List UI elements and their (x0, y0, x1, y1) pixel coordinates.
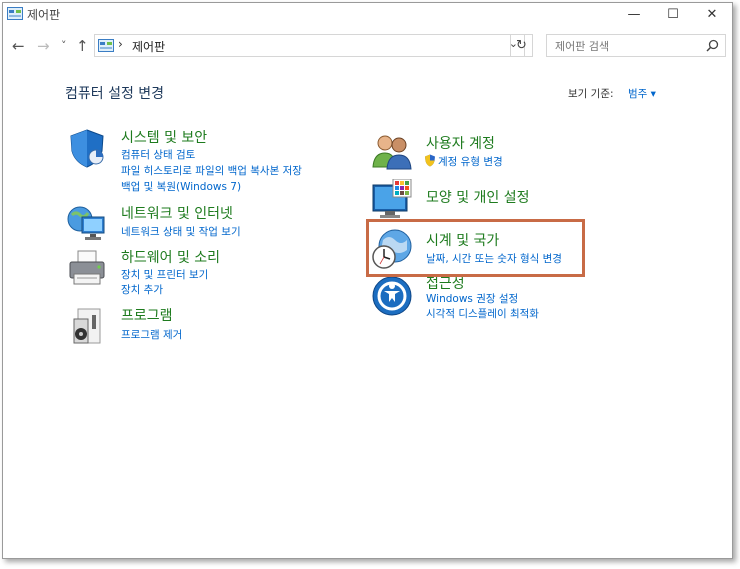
title-bar: 제어판 — ☐ ✕ (3, 3, 732, 25)
link-uninstall-program[interactable]: 프로그램 제거 (121, 327, 182, 342)
up-button[interactable]: ↑ (76, 36, 89, 56)
shield-icon[interactable] (66, 127, 108, 169)
link-network-status[interactable]: 네트워크 상태 및 작업 보기 (121, 224, 241, 239)
link-backup-restore[interactable]: 백업 및 복원(Windows 7) (121, 179, 241, 194)
window-title: 제어판 (27, 8, 61, 22)
close-button[interactable]: ✕ (695, 3, 729, 25)
link-change-account-type[interactable]: 계정 유형 변경 (438, 154, 503, 169)
search-input[interactable]: 제어판 검색 (555, 38, 609, 54)
category-title[interactable]: 프로그램 (121, 305, 173, 325)
ease-of-access-icon[interactable] (371, 275, 413, 317)
printer-icon[interactable] (66, 247, 108, 289)
category-title[interactable]: 사용자 계정 (426, 133, 495, 153)
page-heading: 컴퓨터 설정 변경 (65, 86, 165, 102)
users-icon[interactable] (371, 131, 413, 173)
control-panel-window: 제어판 — ☐ ✕ ← → ˅ ↑ › 제어판 ⌄ ↻ 제어판 검색 컴퓨터 설… (2, 2, 733, 559)
link-file-history[interactable]: 파일 히스토리로 파일의 백업 복사본 저장 (121, 163, 302, 178)
control-panel-icon (98, 39, 114, 52)
search-box[interactable]: 제어판 검색 (546, 34, 726, 57)
link-optimize-visual-display[interactable]: 시각적 디스플레이 최적화 (426, 306, 539, 321)
maximize-button[interactable]: ☐ (656, 3, 690, 25)
category-title[interactable]: 네트워크 및 인터넷 (121, 203, 233, 223)
refresh-button[interactable]: ↻ (510, 34, 533, 57)
forward-button[interactable]: → (37, 36, 50, 56)
link-add-device[interactable]: 장치 추가 (121, 282, 163, 297)
navigation-bar: ← → ˅ ↑ › 제어판 ⌄ ↻ 제어판 검색 (3, 31, 732, 61)
highlight-box (366, 219, 585, 277)
address-bar[interactable]: › 제어판 ⌄ (94, 34, 525, 57)
personalization-icon[interactable] (371, 179, 413, 221)
breadcrumb-control-panel[interactable]: 제어판 (132, 38, 165, 55)
category-title[interactable]: 시스템 및 보안 (121, 127, 207, 147)
link-windows-recommended-settings[interactable]: Windows 권장 설정 (426, 291, 518, 306)
recent-locations-button[interactable]: ˅ (61, 36, 67, 56)
breadcrumb-separator[interactable]: › (118, 37, 123, 51)
link-devices-printers[interactable]: 장치 및 프린터 보기 (121, 267, 208, 282)
programs-icon[interactable] (66, 305, 108, 347)
link-review-status[interactable]: 컴퓨터 상태 검토 (121, 147, 195, 162)
view-by-dropdown[interactable]: 범주 ▾ (628, 86, 656, 101)
minimize-button[interactable]: — (617, 3, 651, 25)
uac-shield-icon (425, 154, 435, 167)
control-panel-icon (7, 7, 23, 20)
view-by-label: 보기 기준: (568, 88, 614, 100)
search-icon[interactable] (706, 39, 719, 52)
category-title[interactable]: 하드웨어 및 소리 (121, 247, 220, 267)
category-title[interactable]: 모양 및 개인 설정 (426, 187, 530, 207)
back-button[interactable]: ← (12, 36, 25, 56)
network-icon[interactable] (66, 203, 108, 245)
